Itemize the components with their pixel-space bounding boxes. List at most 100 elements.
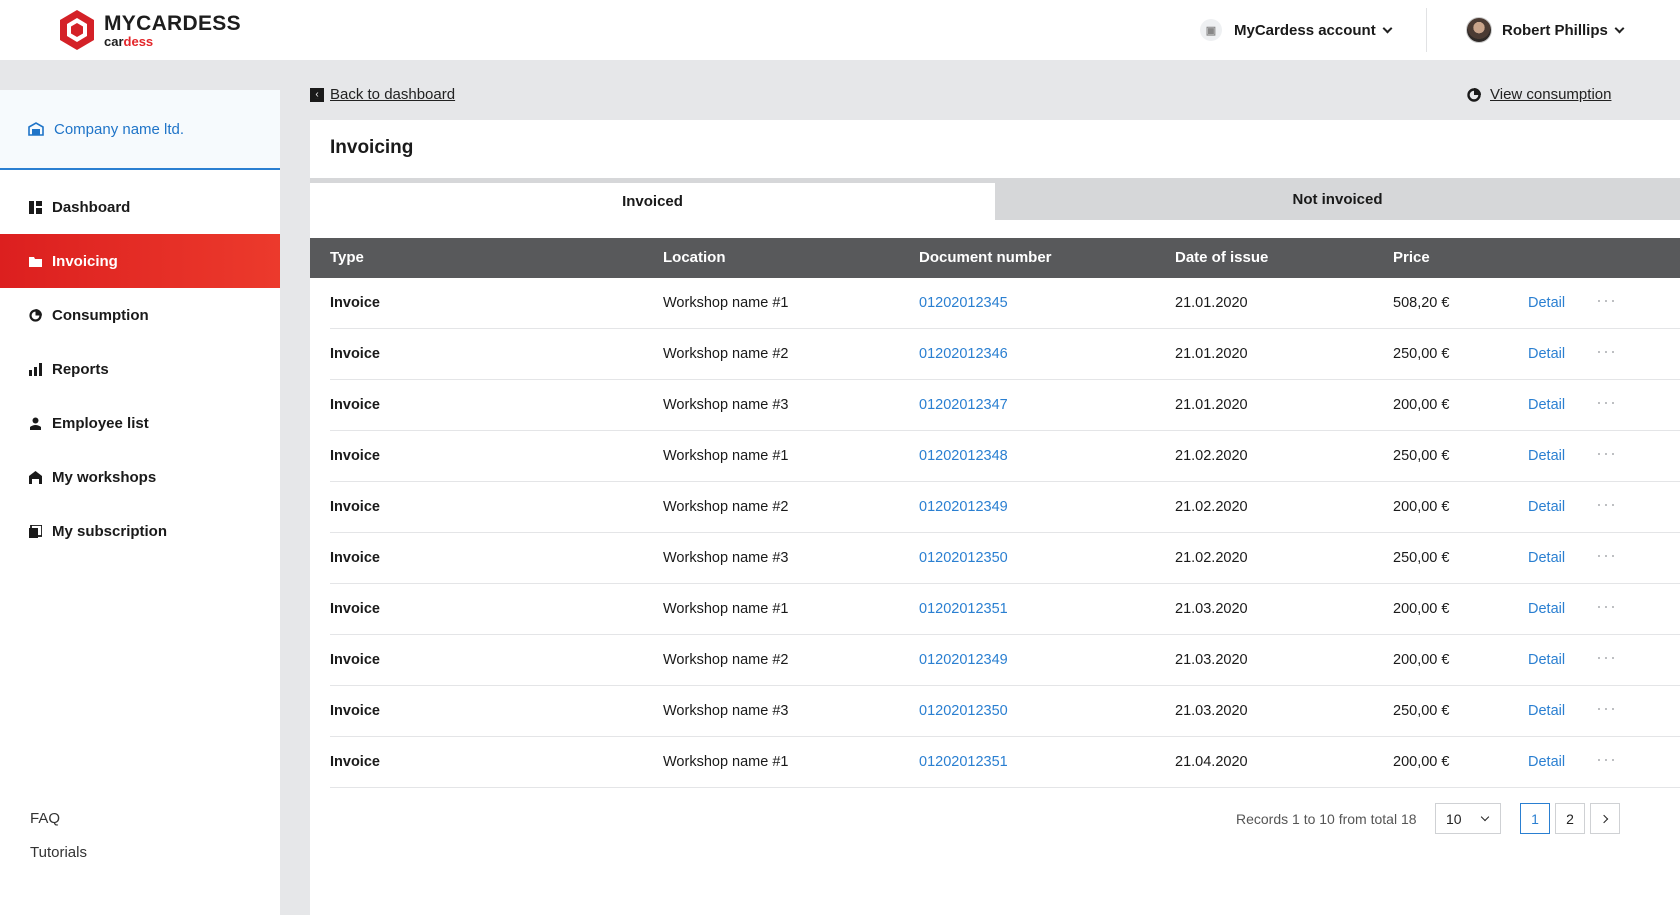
document-number-link[interactable]: 01202012351	[919, 754, 1008, 770]
cell-type: Invoice	[330, 346, 380, 362]
sidebar-nav: Dashboard Invoicing Consumption Reports …	[0, 180, 280, 558]
detail-link[interactable]: Detail	[1528, 499, 1565, 515]
company-building-icon	[28, 122, 44, 136]
sidebar-item-consumption[interactable]: Consumption	[0, 288, 280, 342]
tabs: Invoiced Not invoiced	[310, 178, 1680, 220]
brand-name: MYCARDESS	[104, 12, 241, 35]
table-row: Invoice Workshop name #2 01202012346 21.01.…	[330, 329, 1680, 380]
document-number-link[interactable]: 01202012346	[919, 346, 1008, 362]
detail-link[interactable]: Detail	[1528, 550, 1565, 566]
detail-link[interactable]: Detail	[1528, 448, 1565, 464]
sidebar-item-employee-list[interactable]: Employee list	[0, 396, 280, 450]
invoicing-panel: Invoicing Invoiced Not invoiced Type Loc…	[310, 120, 1680, 915]
sidebar-item-my-subscription[interactable]: My subscription	[0, 504, 280, 558]
sidebar-item-label: My subscription	[52, 522, 168, 540]
column-header-document-number[interactable]: Document number	[919, 249, 1052, 266]
column-header-date-of-issue[interactable]: Date of issue	[1175, 249, 1268, 266]
divider	[1426, 8, 1427, 52]
pie-icon	[29, 308, 42, 322]
company-name: Company name ltd.	[54, 120, 185, 138]
more-options-icon[interactable]: ···	[1596, 545, 1617, 566]
cell-type: Invoice	[330, 652, 380, 668]
company-selector[interactable]: Company name ltd.	[0, 90, 280, 170]
sidebar-item-reports[interactable]: Reports	[0, 342, 280, 396]
more-options-icon[interactable]: ···	[1596, 290, 1617, 311]
brand-sub-b: dess	[123, 34, 154, 49]
document-number-link[interactable]: 01202012350	[919, 703, 1008, 719]
document-number-link[interactable]: 01202012350	[919, 550, 1008, 566]
cell-price: 250,00 €	[1393, 448, 1450, 464]
more-options-icon[interactable]: ···	[1596, 443, 1617, 464]
per-page-value: 10	[1446, 810, 1462, 827]
document-number-link[interactable]: 01202012349	[919, 499, 1008, 515]
more-options-icon[interactable]: ···	[1596, 749, 1617, 770]
chevron-left-icon: ‹	[310, 87, 324, 102]
cell-location: Workshop name #1	[663, 448, 789, 464]
cell-location: Workshop name #3	[663, 550, 789, 566]
more-options-icon[interactable]: ···	[1596, 392, 1617, 413]
document-number-link[interactable]: 01202012345	[919, 295, 1008, 311]
per-page-select[interactable]: 10	[1435, 803, 1501, 834]
cell-date: 21.04.2020	[1175, 754, 1248, 770]
detail-link[interactable]: Detail	[1528, 397, 1565, 413]
back-to-dashboard-link[interactable]: ‹ Back to dashboard	[310, 86, 455, 103]
detail-link[interactable]: Detail	[1528, 652, 1565, 668]
detail-link[interactable]: Detail	[1528, 346, 1565, 362]
document-number-link[interactable]: 01202012349	[919, 652, 1008, 668]
cell-date: 21.03.2020	[1175, 652, 1248, 668]
column-header-price[interactable]: Price	[1393, 249, 1430, 266]
detail-link[interactable]: Detail	[1528, 295, 1565, 311]
more-options-icon[interactable]: ···	[1596, 341, 1617, 362]
detail-link[interactable]: Detail	[1528, 754, 1565, 770]
faq-link[interactable]: FAQ	[30, 802, 87, 836]
document-number-link[interactable]: 01202012348	[919, 448, 1008, 464]
page-title: Invoicing	[330, 137, 414, 158]
back-link-label: Back to dashboard	[330, 86, 456, 103]
table-row: Invoice Workshop name #2 01202012349 21.03.…	[330, 635, 1680, 686]
page-button-2[interactable]: 2	[1555, 803, 1585, 834]
cell-type: Invoice	[330, 754, 380, 770]
chevron-down-icon	[1614, 23, 1625, 33]
cell-type: Invoice	[330, 703, 380, 719]
user-menu[interactable]: Robert Phillips	[1466, 16, 1625, 44]
detail-link[interactable]: Detail	[1528, 703, 1565, 719]
view-consumption-link[interactable]: View consumption	[1466, 86, 1611, 103]
sidebar-item-label: Invoicing	[52, 252, 118, 270]
top-bar: MYCARDESS cardess ▣ MyCardess account Ro…	[0, 0, 1680, 60]
more-options-icon[interactable]: ···	[1596, 647, 1617, 668]
document-number-link[interactable]: 01202012347	[919, 397, 1008, 413]
sidebar: Company name ltd. Dashboard Invoicing Co…	[0, 90, 280, 915]
cell-location: Workshop name #2	[663, 499, 789, 515]
page-button-1[interactable]: 1	[1520, 803, 1550, 834]
cell-type: Invoice	[330, 499, 380, 515]
more-options-icon[interactable]: ···	[1596, 596, 1617, 617]
cell-price: 250,00 €	[1393, 346, 1450, 362]
tab-not-invoiced[interactable]: Not invoiced	[995, 178, 1680, 220]
detail-link[interactable]: Detail	[1528, 601, 1565, 617]
sidebar-item-dashboard[interactable]: Dashboard	[0, 180, 280, 234]
sidebar-item-invoicing[interactable]: Invoicing	[0, 234, 280, 288]
table-row: Invoice Workshop name #1 01202012345 21.01.…	[330, 278, 1680, 329]
cell-location: Workshop name #3	[663, 703, 789, 719]
user-name: Robert Phillips	[1502, 21, 1608, 39]
chevron-down-icon	[1382, 23, 1393, 33]
account-icon: ▣	[1200, 19, 1222, 41]
logo[interactable]: MYCARDESS cardess	[58, 9, 258, 53]
column-header-location[interactable]: Location	[663, 249, 726, 266]
table-body: Invoice Workshop name #1 01202012345 21.01.…	[330, 278, 1680, 788]
table-row: Invoice Workshop name #1 01202012351 21.03.…	[330, 584, 1680, 635]
cell-date: 21.01.2020	[1175, 295, 1248, 311]
brand-sub-a: car	[104, 34, 124, 49]
more-options-icon[interactable]: ···	[1596, 698, 1617, 719]
tutorials-link[interactable]: Tutorials	[30, 836, 87, 870]
sidebar-item-label: Consumption	[52, 306, 149, 324]
table-row: Invoice Workshop name #3 01202012350 21.02.…	[330, 533, 1680, 584]
column-header-type[interactable]: Type	[330, 249, 364, 266]
cell-price: 200,00 €	[1393, 499, 1450, 515]
tab-invoiced[interactable]: Invoiced	[310, 178, 995, 220]
account-menu[interactable]: ▣ MyCardess account	[1200, 14, 1393, 46]
sidebar-item-my-workshops[interactable]: My workshops	[0, 450, 280, 504]
more-options-icon[interactable]: ···	[1596, 494, 1617, 515]
next-page-button[interactable]	[1590, 803, 1620, 834]
document-number-link[interactable]: 01202012351	[919, 601, 1008, 617]
